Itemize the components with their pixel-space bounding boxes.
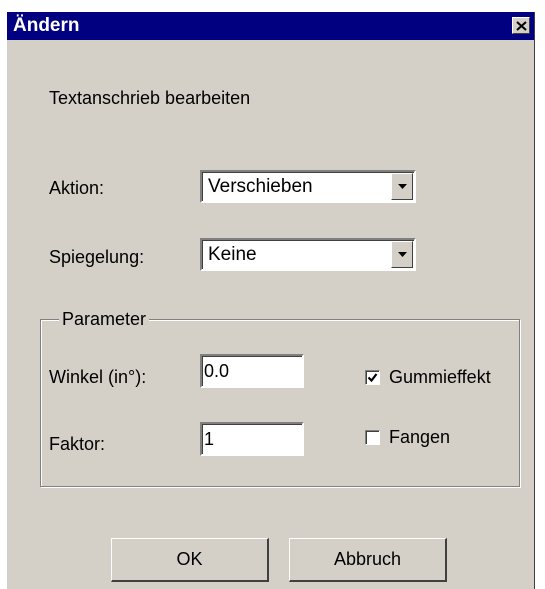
close-icon xyxy=(516,21,527,31)
winkel-input[interactable] xyxy=(204,358,300,384)
aktion-dropdown-button[interactable] xyxy=(391,173,413,200)
checkmark-icon xyxy=(367,373,378,383)
spiegelung-value: Keine xyxy=(208,244,257,265)
spiegelung-dropdown[interactable]: Keine xyxy=(200,238,416,271)
winkel-label: Winkel (in°): xyxy=(49,367,147,387)
faktor-input[interactable] xyxy=(204,426,300,452)
change-dialog: Ändern Textanschrieb bearbeiten Aktion: … xyxy=(6,12,535,589)
gummieffekt-checkbox[interactable] xyxy=(365,370,380,385)
parameter-groupbox xyxy=(40,319,520,487)
title-bar[interactable]: Ändern xyxy=(7,12,534,40)
gummieffekt-label: Gummieffekt xyxy=(389,367,491,387)
spiegelung-label: Spiegelung: xyxy=(49,247,145,267)
fangen-checkbox[interactable] xyxy=(365,430,380,445)
aktion-label: Aktion: xyxy=(49,178,105,198)
close-button[interactable] xyxy=(512,17,530,34)
fangen-label: Fangen xyxy=(389,427,451,447)
chevron-down-icon xyxy=(398,184,407,189)
chevron-down-icon xyxy=(398,252,407,257)
aktion-value: Verschieben xyxy=(208,176,313,197)
dialog-heading: Textanschrieb bearbeiten xyxy=(49,88,251,108)
ok-button[interactable]: OK xyxy=(111,538,269,582)
window-title: Ändern xyxy=(13,15,80,36)
parameter-group-title: Parameter xyxy=(59,309,150,330)
cancel-button[interactable]: Abbruch xyxy=(289,538,447,582)
winkel-field[interactable] xyxy=(200,354,304,388)
faktor-label: Faktor: xyxy=(49,434,106,454)
spiegelung-dropdown-button[interactable] xyxy=(391,241,413,268)
aktion-dropdown[interactable]: Verschieben xyxy=(200,170,416,203)
faktor-field[interactable] xyxy=(200,422,304,456)
